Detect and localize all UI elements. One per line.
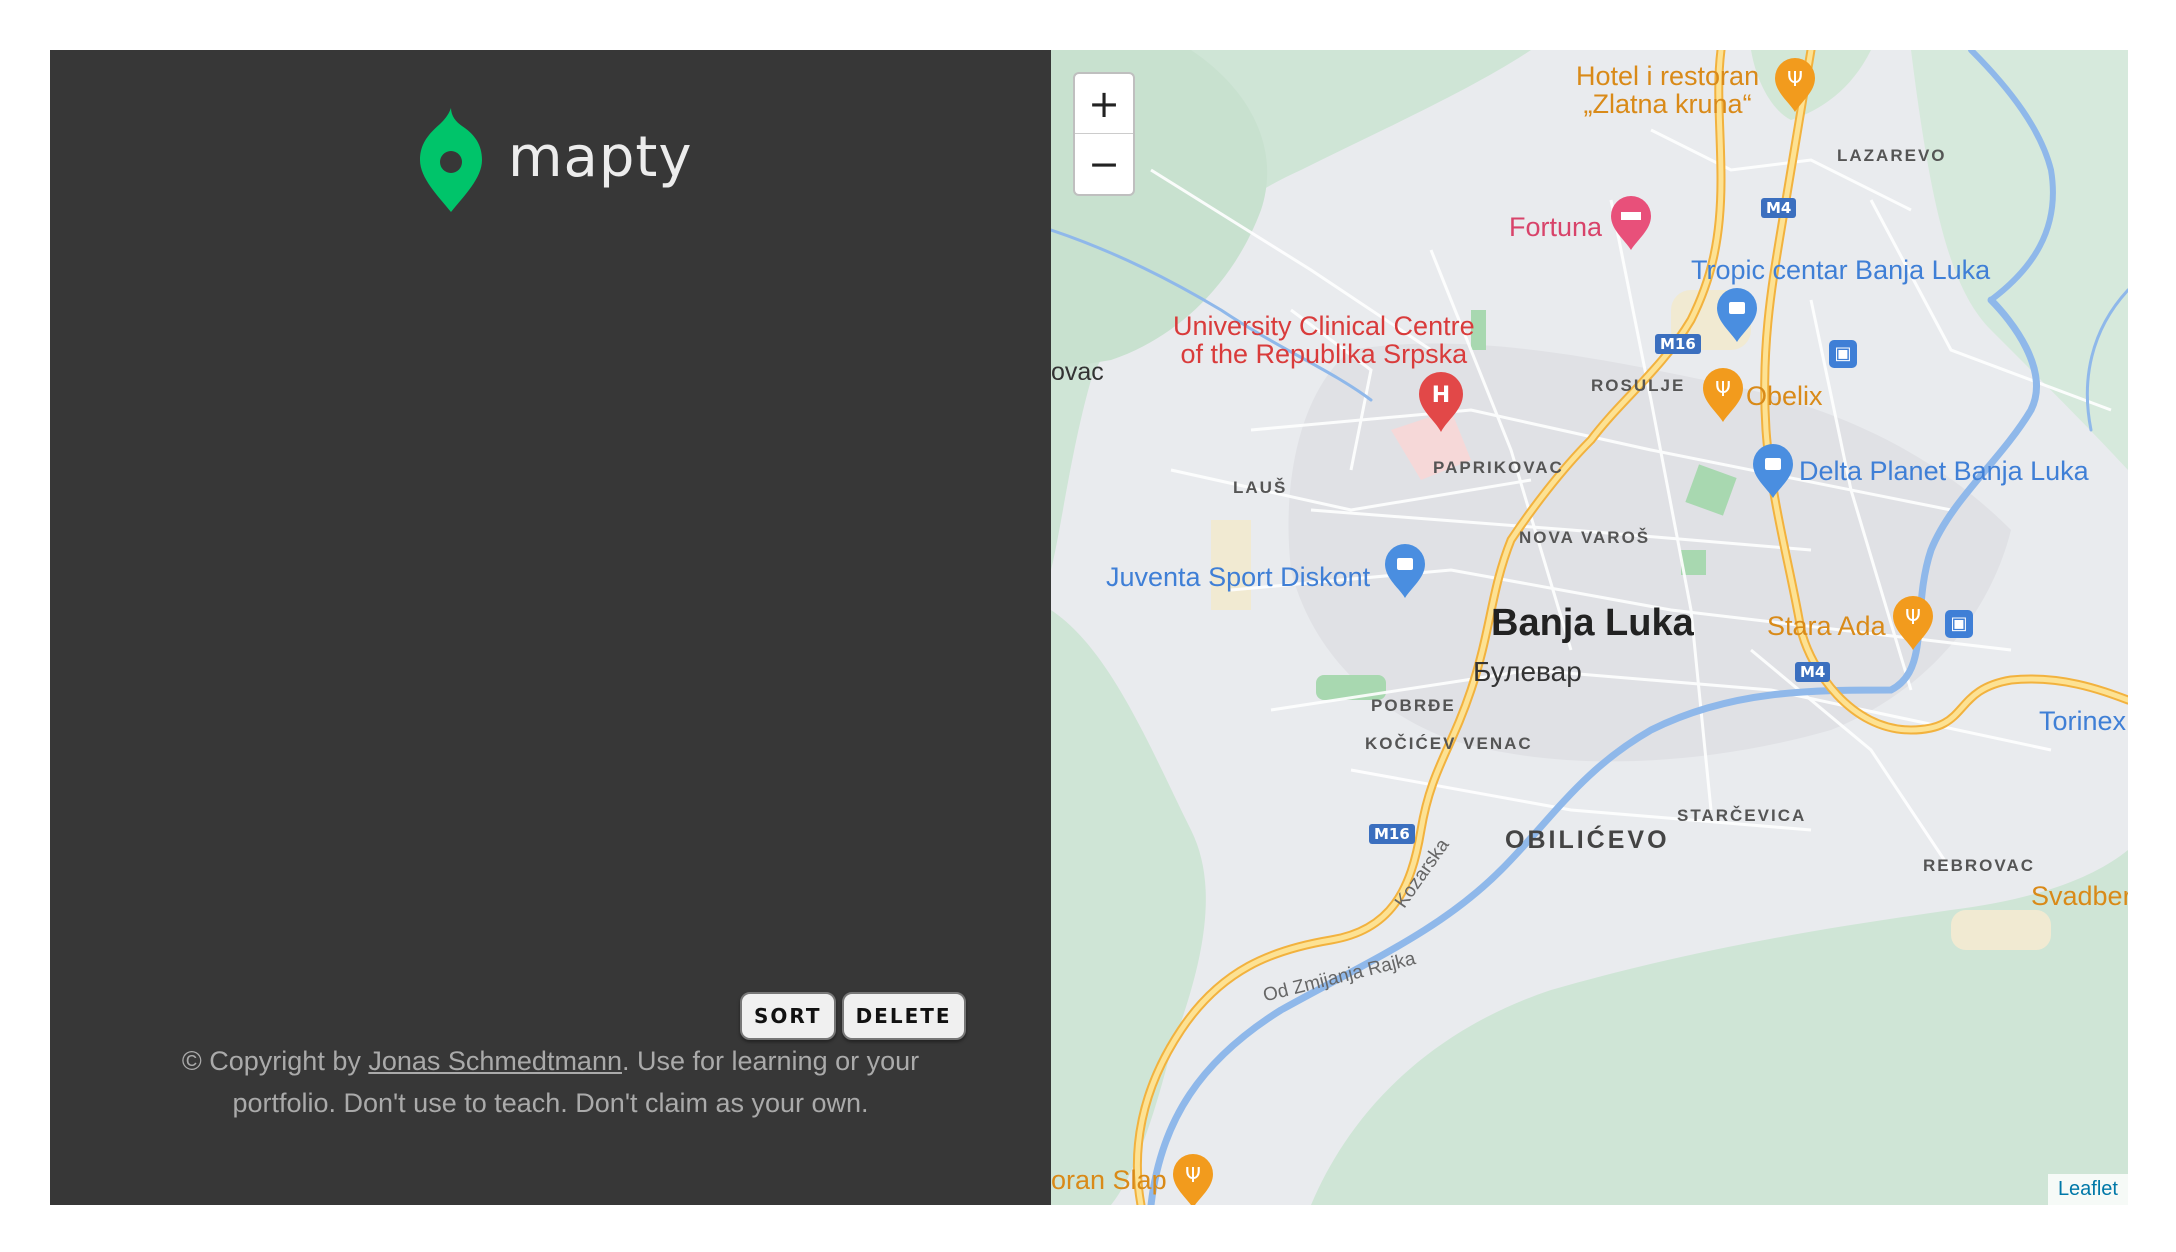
delta-label[interactable]: Delta Planet Banja Luka [1799,456,2089,487]
copyright-line2: portfolio. Don't use to teach. Don't cla… [232,1088,869,1118]
hotel-label[interactable]: Hotel i restoran „Zlatna kruna“ [1576,62,1759,118]
svg-text:Ψ: Ψ [1715,377,1731,401]
hospital-pin-icon[interactable]: H [1419,372,1463,432]
m4-shield: M4 [1761,198,1797,218]
delete-button[interactable]: DELETE [841,992,966,1040]
obelix-label[interactable]: Obelix [1746,382,1823,410]
sidebar: mapty SORT DELETE © Copyright by Jonas S… [50,50,1051,1205]
leaflet-attribution-link[interactable]: Leaflet [2047,1174,2128,1205]
shopping-pin-icon[interactable] [1717,288,1757,342]
map-pin-logo-icon [420,108,482,212]
stara-ada-label[interactable]: Stara Ada [1767,612,1886,640]
m16-shield: M16 [1369,824,1415,844]
ucc-label-line1: University Clinical Centre [1173,311,1475,341]
tropic-label[interactable]: Tropic centar Banja Luka [1691,255,1990,286]
rebrovac-label: REBROVAC [1923,856,2036,875]
zoom-control: + − [1073,72,1135,196]
action-buttons: SORT DELETE [740,992,966,1040]
bulevar-label: Булевар [1473,656,1582,687]
fortuna-label[interactable]: Fortuna [1509,212,1602,243]
obilicevo-label: OBILIĆEVO [1505,826,1670,854]
laus-label: LAUŠ [1233,478,1288,497]
svg-text:Ψ: Ψ [1185,1163,1201,1187]
shopping-pin-icon[interactable] [1753,444,1793,498]
restaurant-pin-icon[interactable]: Ψ [1173,1154,1213,1205]
restaurant-pin-icon[interactable]: Ψ [1775,58,1815,112]
rosulje-label: ROSULJE [1591,376,1686,395]
logo-text: mapty [508,124,693,190]
hotel-label-line1: Hotel i restoran [1576,61,1760,91]
zoom-in-button[interactable]: + [1075,74,1133,134]
m16-shield: M16 [1655,334,1701,354]
kocicev-venac-label: KOČIĆEV VENAC [1365,734,1533,753]
lazarevo-label: LAZAREVO [1837,146,1947,165]
zoom-out-button[interactable]: − [1075,134,1133,194]
restaurant-pin-icon[interactable]: Ψ [1703,368,1743,422]
copyright-line1-suffix: . Use for learning or your [621,1046,920,1076]
map[interactable]: + − Hotel i restoran „Zlatna kruna“ Ψ LA… [1051,50,2128,1205]
app-container: mapty SORT DELETE © Copyright by Jonas S… [50,50,2128,1205]
hotel-pin-icon[interactable] [1611,196,1651,250]
ucc-label-line2: of the Republika Srpska [1180,339,1468,369]
m4-shield: M4 [1795,662,1831,682]
paprikovac-label: PAPRIKOVAC [1433,458,1564,477]
shopping-pin-icon[interactable] [1385,544,1425,598]
banja-luka-label: Banja Luka [1491,602,1694,644]
ucc-label[interactable]: University Clinical Centre of the Republ… [1173,312,1475,368]
nova-varos-label: NOVA VAROŠ [1519,528,1651,547]
sort-button[interactable]: SORT [740,992,836,1040]
svg-text:H: H [1432,383,1450,408]
ovac-label: ovac [1051,358,1104,386]
svg-text:Ψ: Ψ [1905,605,1921,629]
copyright-prefix: © Copyright by [181,1046,369,1076]
pobrde-label: POBRĐE [1371,696,1456,715]
logo: mapty [420,108,693,212]
oran-slap-label[interactable]: oran Slap [1051,1166,1167,1194]
starcevica-label: STARČEVICA [1677,806,1807,825]
juventa-label[interactable]: Juventa Sport Diskont [1106,562,1370,593]
bus-station-icon[interactable]: ▣ [1945,610,1973,638]
torinex-label[interactable]: Torinex [2039,706,2126,737]
svadber-label[interactable]: Svadber [2031,882,2128,910]
restaurant-pin-icon[interactable]: Ψ [1893,596,1933,650]
bus-station-icon[interactable]: ▣ [1829,340,1857,368]
hotel-label-line2: „Zlatna kruna“ [1583,89,1752,119]
svg-text:Ψ: Ψ [1787,67,1803,91]
copyright: © Copyright by Jonas Schmedtmann. Use fo… [50,1040,1051,1124]
author-link[interactable]: Jonas Schmedtmann [368,1046,622,1076]
